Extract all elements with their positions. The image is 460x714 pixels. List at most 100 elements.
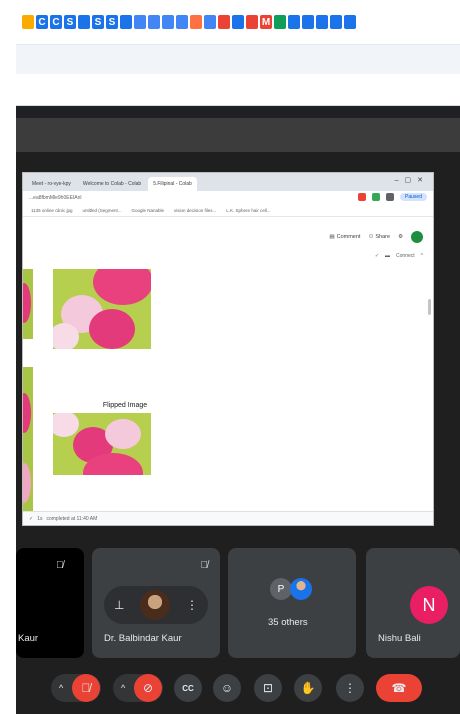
bookmark-icon[interactable]: [162, 15, 174, 29]
bookmark-icon[interactable]: [316, 15, 328, 29]
execution-time: 1s: [37, 515, 43, 522]
bookmark-icon[interactable]: C: [36, 15, 48, 29]
participant-hover-pill: ⊥ ⋮: [104, 586, 208, 624]
ram-disk-indicator: ▬: [385, 253, 391, 259]
check-icon: ✓: [29, 515, 34, 522]
shared-bookmark: untitled (Segment...: [82, 208, 122, 213]
partial-flower-image: [23, 269, 33, 339]
bookmark-icon[interactable]: [22, 15, 34, 29]
shared-colab-actions: ▤ Comment ⚇ Share ⚙: [329, 231, 423, 243]
others-count: 35 others: [268, 617, 308, 628]
bookmark-icon[interactable]: [120, 15, 132, 29]
bookmark-icon[interactable]: [134, 15, 146, 29]
bookmark-icon[interactable]: [246, 15, 258, 29]
bookmark-icon[interactable]: [190, 15, 202, 29]
screen-share-view: CCSSSM Meet - ro-vye-kpy Welcome to Cola…: [16, 0, 460, 714]
original-flower-image: [53, 269, 151, 349]
bookmark-icon[interactable]: S: [106, 15, 118, 29]
avatar: P: [270, 578, 292, 600]
participant-tile[interactable]: 🎙̸ Kaur: [16, 548, 84, 658]
bookmark-icon[interactable]: C: [50, 15, 62, 29]
mic-off-icon: 🎙̸: [81, 681, 91, 695]
shared-bookmark: L.K. Sphere hair cell...: [226, 208, 271, 213]
shared-comment-button: ▤ Comment: [329, 234, 360, 240]
bookmark-icon[interactable]: M: [260, 15, 272, 29]
bookmark-icon[interactable]: S: [64, 15, 76, 29]
bookmark-icon[interactable]: [218, 15, 230, 29]
address-bar[interactable]: [16, 74, 460, 106]
shared-address-bar: ...ea8fbmMle9h0EEIAnl Paused: [23, 191, 433, 205]
partial-flower-image: [23, 367, 33, 517]
chevron-up-icon: ^: [420, 253, 423, 259]
comment-label: Comment: [336, 234, 361, 240]
more-vert-icon: ⋮: [344, 681, 356, 695]
window-separator: [16, 106, 460, 118]
participant-name: Nishu Bali: [378, 633, 421, 644]
avatar: [290, 578, 312, 600]
chevron-up-icon[interactable]: ^: [121, 683, 125, 693]
flipped-image-label: Flipped Image: [102, 402, 148, 409]
check-icon: ✓: [374, 253, 380, 259]
people-icon: ⚇: [368, 234, 374, 240]
shared-runtime-status: ✓ ▬ Connect ^: [375, 253, 423, 259]
phone-hangup-icon: ☎: [391, 681, 407, 695]
participant-tile[interactable]: N Nishu Bali: [366, 548, 460, 658]
shared-bookmarks-bar: 1135 online clinic jpg untitled (Segment…: [23, 205, 433, 217]
extension-icon: [386, 193, 395, 201]
more-options-icon[interactable]: ⋮: [186, 598, 198, 612]
runtime-connect-label: Connect: [396, 253, 415, 259]
meeting-controls-bar: ^ 🎙̸ ^ ⊘ CC ☺ ⊡ ✋ ⋮ ☎: [16, 668, 460, 708]
shared-tab-strip: Meet - ro-vye-kpy Welcome to Colab - Col…: [23, 173, 433, 191]
bookmark-icon[interactable]: [302, 15, 314, 29]
camera-toggle-button[interactable]: ⊘: [134, 674, 162, 702]
chevron-up-icon[interactable]: ^: [59, 683, 63, 693]
bookmark-icon[interactable]: [176, 15, 188, 29]
bookmarks-bar: CCSSSM: [16, 0, 460, 44]
raise-hand-button[interactable]: ✋: [294, 674, 322, 702]
hand-icon: ✋: [300, 681, 316, 695]
comment-icon: ▤: [329, 234, 335, 240]
bookmark-icon[interactable]: [344, 15, 356, 29]
shared-screen: Meet - ro-vye-kpy Welcome to Colab - Col…: [22, 172, 434, 526]
avatar: N: [410, 586, 448, 624]
captions-icon: CC: [182, 683, 194, 693]
participant-tile[interactable]: 🎙̸ ⊥ ⋮ Dr. Balbindar Kaur: [92, 548, 220, 658]
leave-call-button[interactable]: ☎: [376, 674, 422, 702]
present-icon: ⊡: [262, 681, 274, 695]
bookmark-icon[interactable]: [78, 15, 90, 29]
settings-icon: ⚙: [398, 234, 403, 240]
bookmark-icon[interactable]: [288, 15, 300, 29]
extension-icon: [372, 193, 381, 201]
shared-scrollbar: [428, 299, 431, 315]
bookmark-icon[interactable]: [148, 15, 160, 29]
pin-icon[interactable]: ⊥: [114, 598, 124, 612]
bookmark-icon[interactable]: [274, 15, 286, 29]
captions-button[interactable]: CC: [174, 674, 202, 702]
shared-window-controls: –▢✕: [394, 177, 429, 184]
present-screen-button[interactable]: ⊡: [254, 674, 282, 702]
bookmark-icon[interactable]: [330, 15, 342, 29]
shared-tab-colab-welcome: Welcome to Colab - Colab: [82, 181, 142, 187]
bookmark-icon[interactable]: [232, 15, 244, 29]
bookmark-icon[interactable]: S: [92, 15, 104, 29]
share-label: Share: [375, 234, 391, 240]
flipped-flower-image: [53, 413, 151, 475]
shared-share-button: ⚇ Share: [368, 234, 390, 240]
shared-bookmark: vision decision files...: [174, 208, 217, 213]
emoji-icon: ☺: [220, 681, 234, 695]
camera-off-icon: ⊘: [142, 681, 154, 695]
reactions-button[interactable]: ☺: [213, 674, 241, 702]
more-options-button[interactable]: ⋮: [336, 674, 364, 702]
bookmark-icon[interactable]: [204, 15, 216, 29]
mic-toggle-button[interactable]: 🎙̸: [72, 674, 100, 702]
shared-status-footer: ✓ 1s completed at 11:40 AM: [23, 511, 433, 525]
tab-strip: [16, 44, 460, 74]
mic-off-icon: 🎙̸: [56, 560, 64, 571]
shared-url: ...ea8fbmMle9h0EEIAnl: [29, 195, 82, 201]
shared-user-avatar: [411, 231, 423, 243]
avatar: [140, 590, 171, 620]
participant-name: Kaur: [18, 633, 39, 644]
extension-icon: [358, 193, 367, 201]
participant-group-tile[interactable]: P 35 others: [228, 548, 356, 658]
mic-off-icon: 🎙̸: [200, 560, 209, 571]
